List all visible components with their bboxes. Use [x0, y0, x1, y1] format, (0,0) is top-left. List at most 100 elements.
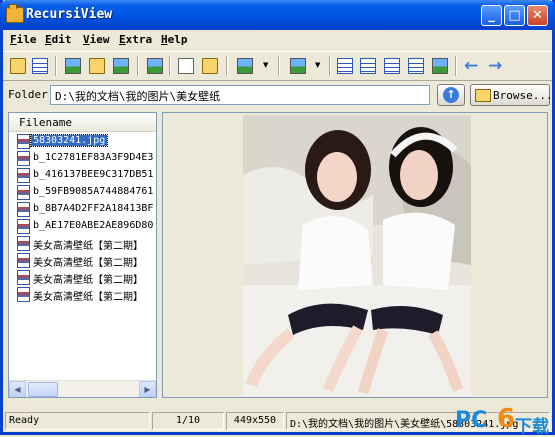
- menu-extra[interactable]: Extra: [119, 33, 152, 46]
- toolbar-separator: [329, 56, 331, 76]
- thumbnail-view-icon: [337, 58, 353, 74]
- forward-button[interactable]: →: [487, 56, 507, 76]
- status-state: Ready: [5, 412, 150, 430]
- large-icons-icon: [432, 58, 448, 74]
- slideshow-icon: [113, 58, 129, 74]
- close-button[interactable]: ✕: [527, 5, 548, 26]
- menu-view[interactable]: View: [83, 33, 110, 46]
- title-bar[interactable]: RecursiView _ □ ✕: [0, 0, 555, 30]
- browse-button[interactable]: Browse...: [470, 84, 553, 106]
- list-view-icon: [360, 58, 376, 74]
- menu-view-accel: V: [83, 33, 90, 46]
- filename-column-label: Filename: [19, 116, 72, 129]
- list-item[interactable]: 美女高清壁纸【第二期】: [9, 269, 156, 286]
- forward-arrow-icon: →: [488, 56, 503, 76]
- scroll-thumb[interactable]: [28, 382, 58, 397]
- menu-help-label: elp: [167, 33, 188, 46]
- menu-edit[interactable]: Edit: [45, 33, 72, 46]
- folder-icon: [475, 89, 491, 102]
- file-name: 美女高清壁纸【第二期】: [33, 275, 143, 286]
- minimize-button[interactable]: _: [481, 5, 502, 26]
- large-icons-button[interactable]: [430, 56, 450, 76]
- file-name: 美女高清壁纸【第二期】: [33, 241, 143, 252]
- list-item[interactable]: 美女高清壁纸【第二期】: [9, 286, 156, 303]
- image-file-icon: [17, 236, 30, 251]
- paste-button[interactable]: [200, 56, 220, 76]
- view-button[interactable]: [63, 56, 83, 76]
- folder-bar: Folder D:\我的文档\我的图片\美女壁纸 ↑ Browse...: [3, 81, 553, 107]
- toolbar-separator: [278, 56, 280, 76]
- details-view-button[interactable]: [382, 56, 402, 76]
- app-window: RecursiView _ □ ✕ File Edit View Extra H…: [0, 0, 555, 435]
- file-name: b_59FB9085A744884761: [33, 186, 154, 197]
- list-item[interactable]: 美女高清壁纸【第二期】: [9, 252, 156, 269]
- preview-photo: [243, 115, 471, 396]
- image-file-icon: [17, 219, 30, 234]
- copy-icon: [178, 58, 194, 74]
- toolbar-separator: [226, 56, 228, 76]
- list-item[interactable]: b_8B7A4D2FF2A18413BF: [9, 201, 156, 218]
- file-name: b_1C2781EF83A3F9D4E3: [33, 152, 154, 163]
- list-view-button[interactable]: [358, 56, 378, 76]
- menu-view-label: iew: [89, 33, 110, 46]
- file-list-pane: Filename 58303241.jpg b_1C2781EF83A3F9D4…: [8, 112, 157, 398]
- menu-help[interactable]: Help: [161, 33, 188, 46]
- watermark-six: 6: [497, 404, 516, 434]
- maximize-button[interactable]: □: [504, 5, 525, 26]
- scroll-left-button[interactable]: ◀: [9, 381, 26, 397]
- tree-toggle-button[interactable]: [8, 56, 28, 76]
- image-file-icon: [17, 185, 30, 200]
- scroll-right-button[interactable]: ▶: [139, 381, 156, 397]
- export-icon: [290, 58, 306, 74]
- horizontal-scrollbar[interactable]: ◀ ▶: [9, 380, 156, 397]
- settings-dropdown-arrow[interactable]: ▼: [263, 61, 268, 69]
- filename-column-header[interactable]: Filename: [9, 113, 156, 132]
- small-icons-button[interactable]: [406, 56, 426, 76]
- list-item[interactable]: b_416137BEE9C317DB51: [9, 167, 156, 184]
- back-button[interactable]: ←: [463, 56, 483, 76]
- settings-icon: [237, 58, 253, 74]
- image-file-icon: [17, 287, 30, 302]
- file-list: 58303241.jpg b_1C2781EF83A3F9D4E3 b_4161…: [9, 133, 156, 303]
- image-file-icon: [17, 151, 30, 166]
- menu-file-accel: F: [10, 33, 17, 46]
- file-name: b_AE17E0ABE2AE896D80: [33, 220, 154, 231]
- export-dropdown-arrow[interactable]: ▼: [315, 61, 320, 69]
- app-icon: [6, 4, 24, 23]
- preview-image[interactable]: [243, 115, 471, 396]
- fullscreen-button[interactable]: [145, 56, 165, 76]
- browse-label: Browse...: [493, 89, 553, 102]
- slideshow-button[interactable]: [111, 56, 131, 76]
- settings-button[interactable]: [235, 56, 255, 76]
- list-item[interactable]: 58303241.jpg: [9, 133, 156, 150]
- fullscreen-icon: [147, 58, 163, 74]
- image-preview-pane: [162, 112, 548, 398]
- copy-button[interactable]: [176, 56, 196, 76]
- open-button[interactable]: [87, 56, 107, 76]
- list-item[interactable]: b_59FB9085A744884761: [9, 184, 156, 201]
- image-file-icon: [17, 270, 30, 285]
- file-name: 美女高清壁纸【第二期】: [33, 292, 143, 303]
- view-icon: [65, 58, 81, 74]
- menu-bar: File Edit View Extra Help: [3, 30, 552, 50]
- file-name: 美女高清壁纸【第二期】: [33, 258, 143, 269]
- folder-up-button[interactable]: ↑: [437, 84, 465, 106]
- file-name: b_416137BEE9C317DB51: [33, 169, 154, 180]
- menu-help-accel: H: [161, 33, 168, 46]
- tree-icon: [10, 58, 26, 74]
- menu-extra-label: xtra: [125, 33, 153, 46]
- list-item[interactable]: b_1C2781EF83A3F9D4E3: [9, 150, 156, 167]
- image-file-icon: [17, 134, 30, 149]
- export-button[interactable]: [288, 56, 308, 76]
- list-item[interactable]: 美女高清壁纸【第二期】: [9, 235, 156, 252]
- up-arrow-icon: ↑: [443, 87, 459, 103]
- list-item[interactable]: b_AE17E0ABE2AE896D80: [9, 218, 156, 235]
- small-icons-icon: [408, 58, 424, 74]
- refresh-button[interactable]: [30, 56, 50, 76]
- toolbar-separator: [455, 56, 457, 76]
- folder-path-input[interactable]: D:\我的文档\我的图片\美女壁纸: [50, 85, 430, 105]
- toolbar-separator: [55, 56, 57, 76]
- menu-file[interactable]: File: [10, 33, 37, 46]
- back-arrow-icon: ←: [464, 56, 479, 76]
- thumbnail-view-button[interactable]: [335, 56, 355, 76]
